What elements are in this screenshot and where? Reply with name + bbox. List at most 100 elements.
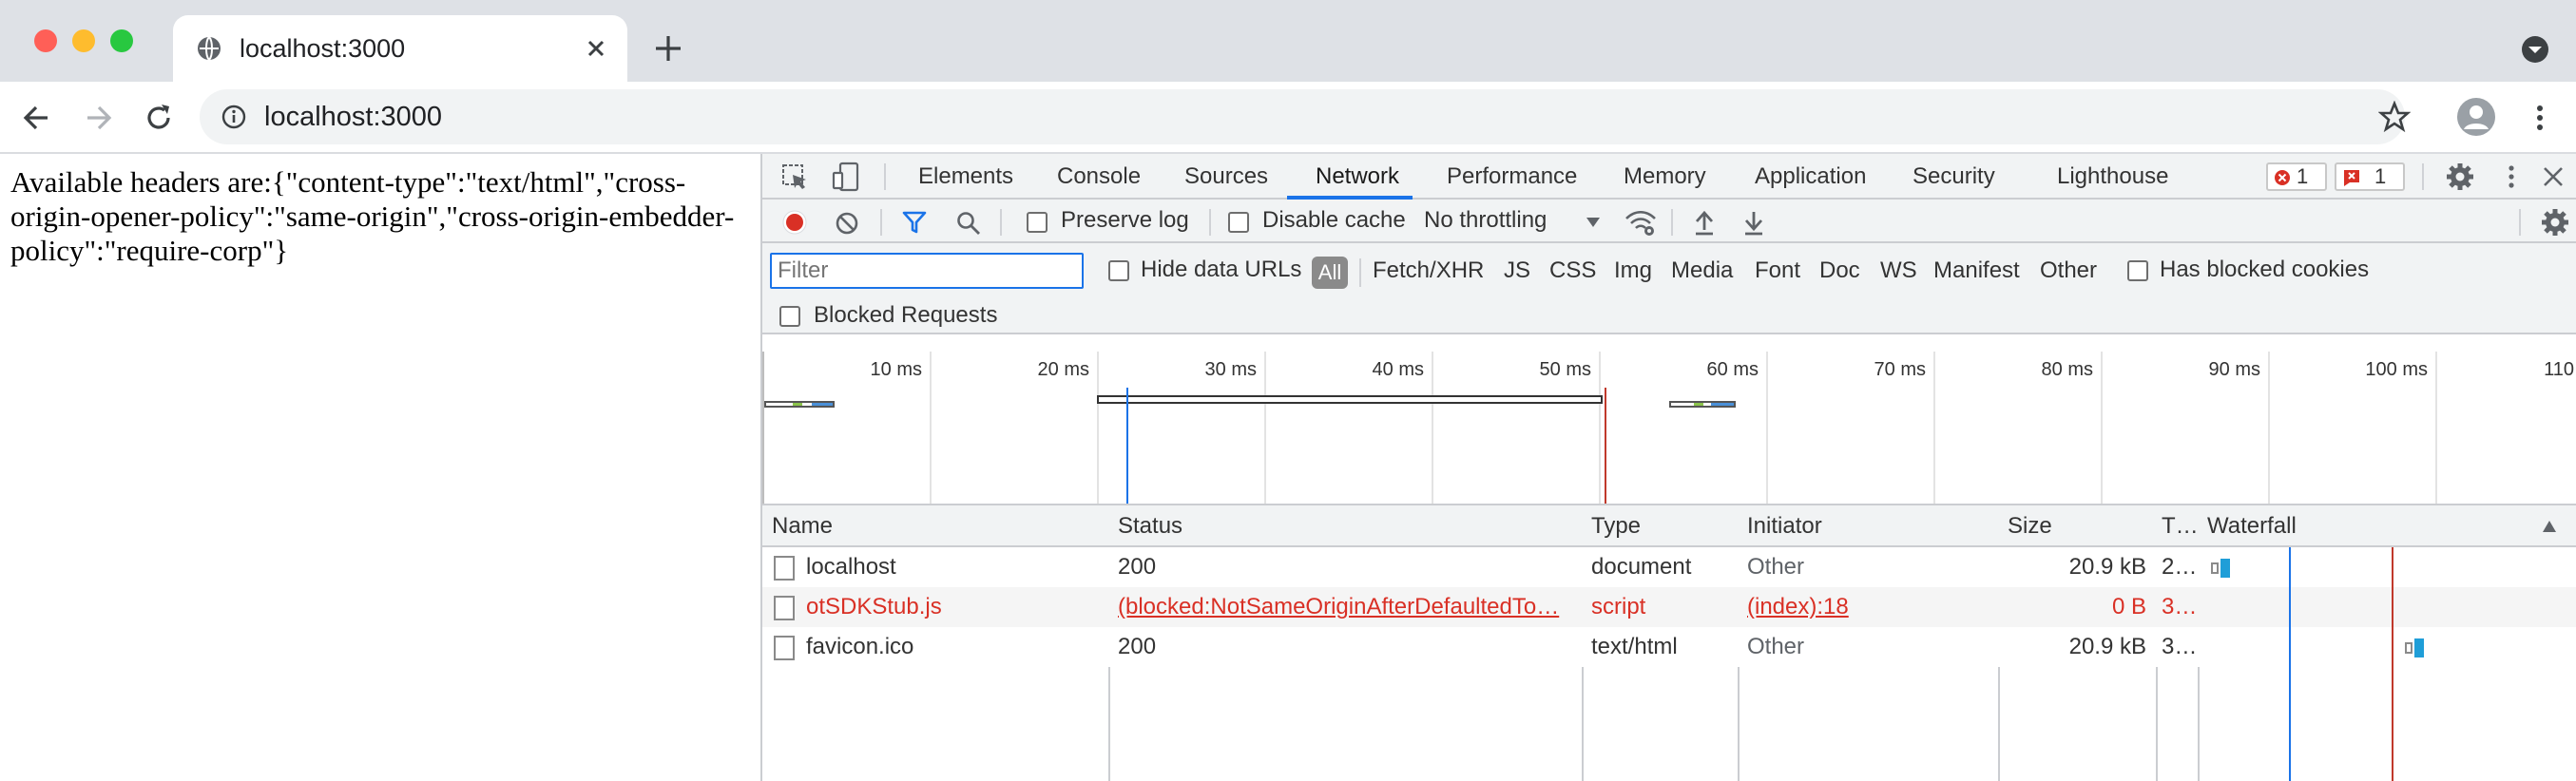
reload-icon[interactable] <box>142 101 176 135</box>
type-filter-font[interactable]: Font <box>1755 253 1800 289</box>
clear-icon[interactable] <box>835 211 859 236</box>
row-type: script <box>1591 594 1646 619</box>
network-settings-gear-icon[interactable] <box>2540 207 2570 238</box>
column-header-status[interactable]: Status <box>1108 505 1582 547</box>
tab-console[interactable]: Console <box>1057 154 1141 200</box>
tick-label: 90 ms <box>2208 359 2260 380</box>
close-devtools-icon[interactable] <box>2542 165 2565 188</box>
tab-search-icon[interactable] <box>2519 33 2551 66</box>
column-header-name[interactable]: Name <box>762 505 1108 547</box>
issue-icon <box>2344 170 2359 186</box>
grid-line <box>1766 352 1768 504</box>
blocked-requests-checkbox[interactable] <box>779 306 800 327</box>
new-tab-icon[interactable] <box>652 32 684 65</box>
column-header-time[interactable]: T… <box>2156 505 2199 547</box>
column-header-type[interactable]: Type <box>1582 505 1738 547</box>
settings-gear-icon[interactable] <box>2445 162 2475 192</box>
more-options-icon[interactable] <box>2498 163 2525 190</box>
issue-count: 1 <box>2374 164 2387 188</box>
has-blocked-cookies-label: Has blocked cookies <box>2160 257 2370 282</box>
sort-ascending-icon[interactable] <box>2542 520 2557 533</box>
tick-label: 30 ms <box>1204 359 1257 380</box>
close-window-button[interactable] <box>34 29 57 52</box>
import-har-icon[interactable] <box>1692 209 1717 236</box>
devtools-panel: Elements Console Sources Network Perform… <box>760 154 2576 781</box>
grid-line <box>930 352 932 504</box>
table-row[interactable]: otSDKStub.js (blocked:NotSameOriginAfter… <box>762 587 2576 627</box>
tab-sources[interactable]: Sources <box>1184 154 1268 200</box>
disable-cache-checkbox[interactable] <box>1228 212 1249 233</box>
overview-timeline[interactable]: 10 ms 20 ms 30 ms 40 ms 50 ms 60 ms 70 m… <box>762 352 2576 505</box>
profile-avatar-icon[interactable] <box>2456 97 2496 137</box>
minimize-window-button[interactable] <box>72 29 95 52</box>
throttling-select[interactable]: No throttling <box>1424 200 1605 243</box>
type-filter-css[interactable]: CSS <box>1549 253 1596 289</box>
browser-tab[interactable]: localhost:3000 <box>173 15 627 82</box>
tick-label: 40 ms <box>1372 359 1424 380</box>
type-filter-ws[interactable]: WS <box>1880 253 1917 289</box>
chevron-down-icon <box>1586 218 1600 227</box>
type-filter-all[interactable]: All <box>1312 257 1348 289</box>
maximize-window-button[interactable] <box>110 29 133 52</box>
tab-memory[interactable]: Memory <box>1624 154 1706 200</box>
document-file-icon <box>774 556 795 581</box>
blocked-requests-label: Blocked Requests <box>814 302 998 328</box>
column-header-waterfall[interactable]: Waterfall <box>2198 505 2483 547</box>
grid-line <box>1264 352 1266 504</box>
address-bar[interactable]: localhost:3000 <box>200 89 2411 144</box>
tab-application[interactable]: Application <box>1755 154 1866 200</box>
requests-table: Name Status Type Initiator Size T… Water… <box>762 505 2576 781</box>
grid-line <box>2268 352 2270 504</box>
row-time: 2… <box>2162 554 2198 580</box>
browser-menu-icon[interactable] <box>2523 101 2557 135</box>
row-status[interactable]: (blocked:NotSameOriginAfterDefaultedTo… <box>1108 587 1582 627</box>
column-header-size[interactable]: Size <box>1998 505 2156 547</box>
network-conditions-icon[interactable] <box>1624 207 1658 238</box>
type-filter-img[interactable]: Img <box>1614 253 1652 289</box>
type-filter-manifest[interactable]: Manifest <box>1933 253 2020 289</box>
error-counter[interactable]: 1 <box>2266 162 2327 191</box>
tab-network[interactable]: Network <box>1316 154 1399 200</box>
load-event-marker <box>1605 388 1606 504</box>
device-toolbar-icon[interactable] <box>831 162 861 192</box>
tab-elements[interactable]: Elements <box>918 154 1013 200</box>
filter-funnel-icon[interactable] <box>901 209 928 236</box>
back-icon[interactable] <box>19 101 53 135</box>
type-filter-doc[interactable]: Doc <box>1819 253 1860 289</box>
overview-request-bar <box>1669 401 1736 408</box>
bookmark-star-icon[interactable] <box>2378 101 2411 133</box>
preserve-log-checkbox[interactable] <box>1027 212 1048 233</box>
filter-input[interactable] <box>770 253 1084 289</box>
throttling-value: No throttling <box>1424 207 1548 233</box>
dom-content-loaded-marker <box>1126 388 1128 504</box>
inspect-element-icon[interactable] <box>781 163 808 190</box>
dom-content-loaded-marker <box>2289 547 2291 781</box>
row-name: localhost <box>806 554 896 580</box>
export-har-icon[interactable] <box>1741 209 1766 236</box>
record-icon[interactable] <box>781 209 808 236</box>
close-tab-icon[interactable] <box>582 34 610 63</box>
hide-data-urls-checkbox[interactable] <box>1108 260 1129 281</box>
row-name: otSDKStub.js <box>806 594 942 619</box>
row-initiator[interactable]: (index):18 <box>1738 587 1998 627</box>
type-filter-js[interactable]: JS <box>1504 253 1530 289</box>
tab-lighthouse[interactable]: Lighthouse <box>2057 154 2168 200</box>
type-filter-fetch-xhr[interactable]: Fetch/XHR <box>1373 253 1484 289</box>
table-row[interactable]: favicon.ico 200 text/html Other 20.9 kB … <box>762 627 2576 667</box>
grid-line <box>2101 352 2103 504</box>
forward-icon[interactable] <box>82 101 116 135</box>
devtools-tab-bar: Elements Console Sources Network Perform… <box>762 154 2576 200</box>
tab-performance[interactable]: Performance <box>1447 154 1577 200</box>
issues-counter[interactable]: 1 <box>2335 162 2405 191</box>
url-text: localhost:3000 <box>264 102 443 132</box>
tab-security[interactable]: Security <box>1913 154 1995 200</box>
table-row[interactable]: localhost 200 document Other 20.9 kB 2… <box>762 547 2576 587</box>
column-header-initiator[interactable]: Initiator <box>1738 505 1998 547</box>
type-filter-media[interactable]: Media <box>1671 253 1733 289</box>
search-icon[interactable] <box>956 211 981 236</box>
has-blocked-cookies-checkbox[interactable] <box>2127 260 2148 281</box>
row-size: 20.9 kB <box>2068 634 2146 659</box>
type-filter-other[interactable]: Other <box>2040 253 2097 289</box>
site-info-icon[interactable] <box>221 104 247 130</box>
tick-label: 60 ms <box>1706 359 1759 380</box>
